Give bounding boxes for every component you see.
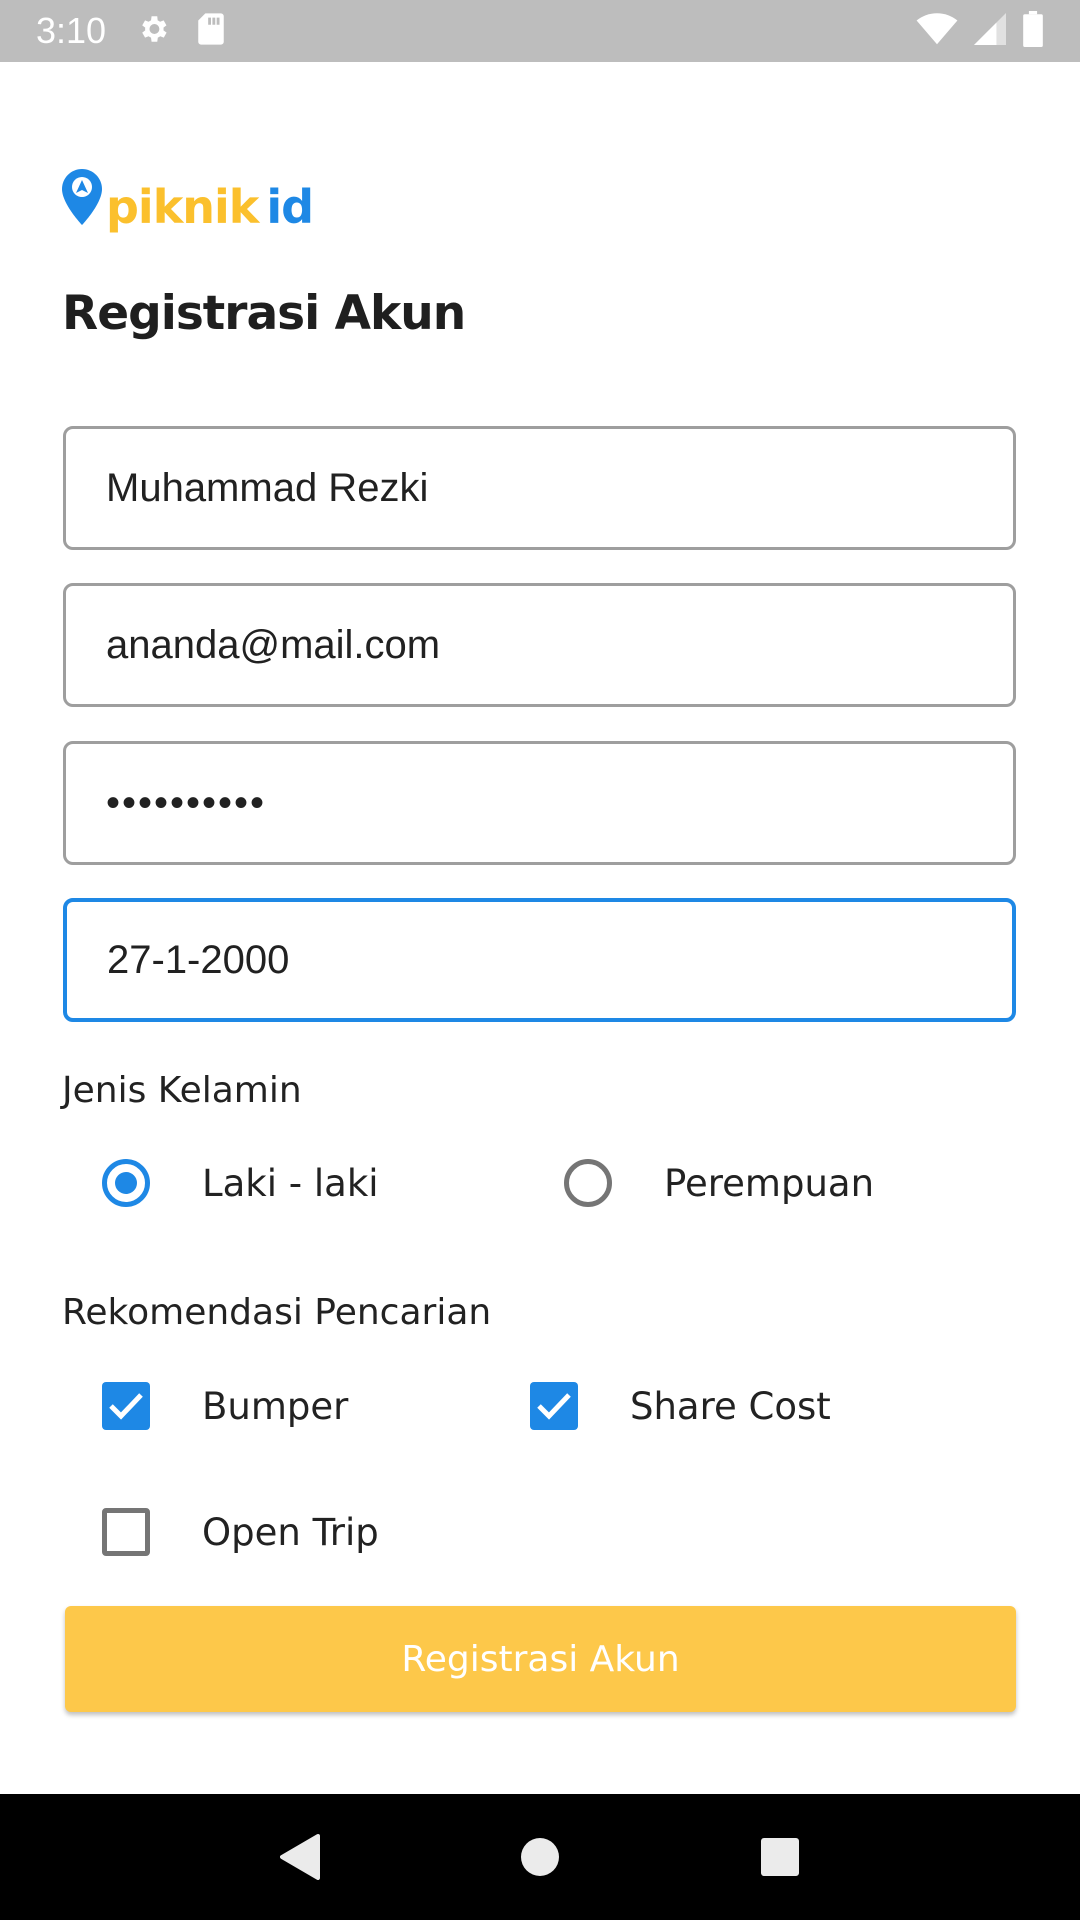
checkmark-icon bbox=[537, 1393, 571, 1420]
name-field-value: Muhammad Rezki bbox=[106, 465, 429, 510]
page-title: Registrasi Akun bbox=[62, 286, 466, 341]
recommendation-option-open-trip[interactable]: Open Trip bbox=[102, 1508, 379, 1556]
birthdate-field-value: 27-1-2000 bbox=[107, 937, 290, 982]
recommendation-option-bumper-label: Bumper bbox=[202, 1384, 349, 1428]
gear-icon bbox=[136, 12, 170, 51]
radio-male[interactable] bbox=[102, 1159, 150, 1207]
gender-option-male-label: Laki - laki bbox=[202, 1161, 379, 1205]
password-field[interactable]: •••••••••• bbox=[63, 741, 1016, 865]
birthdate-field[interactable]: 27-1-2000 bbox=[63, 898, 1016, 1022]
recommendation-label: Rekomendasi Pencarian bbox=[62, 1292, 492, 1333]
logo-text-piknik: piknik bbox=[106, 180, 259, 234]
recommendation-option-share-cost[interactable]: Share Cost bbox=[530, 1382, 831, 1430]
wifi-icon bbox=[916, 12, 958, 51]
back-icon[interactable] bbox=[270, 1827, 330, 1887]
status-bar: 3:10 bbox=[0, 0, 1080, 62]
status-left-icons bbox=[136, 12, 226, 51]
battery-icon bbox=[1022, 10, 1044, 52]
status-time: 3:10 bbox=[36, 10, 107, 51]
gender-option-female[interactable]: Perempuan bbox=[564, 1159, 874, 1207]
checkbox-bumper[interactable] bbox=[102, 1382, 150, 1430]
recommendation-option-open-trip-label: Open Trip bbox=[202, 1510, 379, 1554]
home-icon[interactable] bbox=[510, 1827, 570, 1887]
location-pin-icon bbox=[62, 169, 102, 230]
name-field[interactable]: Muhammad Rezki bbox=[63, 426, 1016, 550]
sd-card-icon bbox=[196, 12, 226, 51]
logo-wordmark: piknik id bbox=[106, 184, 314, 230]
checkmark-icon bbox=[109, 1393, 143, 1420]
email-field[interactable]: ananda@mail.com bbox=[63, 583, 1016, 707]
status-right-icons bbox=[916, 10, 1044, 52]
recents-icon[interactable] bbox=[750, 1827, 810, 1887]
recommendation-option-bumper[interactable]: Bumper bbox=[102, 1382, 348, 1430]
password-field-value: •••••••••• bbox=[106, 780, 267, 825]
recommendation-option-share-cost-label: Share Cost bbox=[630, 1384, 831, 1428]
checkbox-share-cost[interactable] bbox=[530, 1382, 578, 1430]
logo-text-id: id bbox=[266, 180, 314, 234]
cell-signal-icon bbox=[974, 12, 1006, 51]
gender-option-male[interactable]: Laki - laki bbox=[102, 1159, 379, 1207]
gender-label: Jenis Kelamin bbox=[62, 1070, 302, 1111]
radio-female[interactable] bbox=[564, 1159, 612, 1207]
email-field-value: ananda@mail.com bbox=[106, 622, 441, 667]
app-logo: piknik id bbox=[62, 169, 314, 230]
register-button[interactable]: Registrasi Akun bbox=[65, 1606, 1016, 1712]
gender-option-female-label: Perempuan bbox=[664, 1161, 875, 1205]
checkbox-open-trip[interactable] bbox=[102, 1508, 150, 1556]
navigation-bar bbox=[0, 1794, 1080, 1920]
